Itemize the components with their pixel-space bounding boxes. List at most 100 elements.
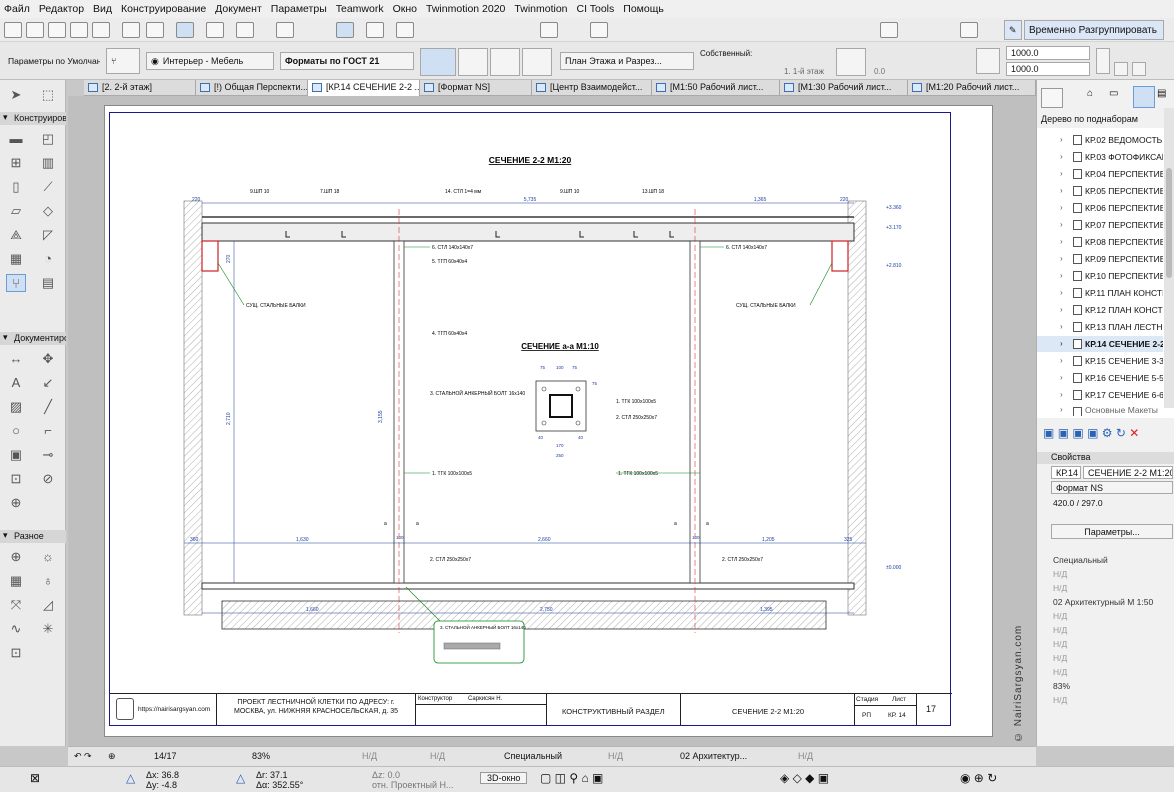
tree-item-kr02[interactable]: ›КР.02 ВЕДОМОСТЬ РА	[1037, 132, 1163, 148]
shell-tool-icon[interactable]: ⟁	[6, 226, 26, 244]
properties-header[interactable]: Свойства	[1037, 452, 1174, 464]
trace-icon[interactable]	[336, 22, 354, 38]
size-icon[interactable]	[976, 48, 1000, 74]
document-section-header[interactable]: Документиро	[0, 332, 66, 345]
menu-edit[interactable]: Редактор	[39, 3, 84, 15]
menu-window[interactable]: Окно	[393, 3, 417, 15]
text-tool-icon[interactable]: A	[6, 374, 26, 392]
tree-item-kr15[interactable]: › КР.15 СЕЧЕНИЕ 3-3	[1037, 353, 1163, 369]
level-tool-icon[interactable]: ✥	[38, 350, 58, 368]
selection-mode-icon[interactable]	[176, 22, 194, 38]
tree-item-kr17[interactable]: › КР.17 СЕЧЕНИЕ 6-6	[1037, 387, 1163, 403]
menu-help[interactable]: Помощь	[623, 3, 664, 15]
light-tool-icon[interactable]: ♁	[38, 572, 58, 590]
parameters-button[interactable]: Параметры...	[1051, 524, 1173, 539]
worksheet-tool-icon[interactable]: ⊕	[6, 494, 26, 512]
refresh-icon[interactable]: ↻	[1116, 426, 1126, 440]
menu-document[interactable]: Документ	[215, 3, 262, 15]
formats-dropdown[interactable]: Форматы по ГОСТ 21	[280, 52, 414, 70]
polyline-tool-icon[interactable]: ⌐	[38, 422, 58, 440]
project-map-icon[interactable]: ⌂	[1087, 88, 1105, 106]
object-tool-icon-left[interactable]: ⑂	[6, 274, 26, 292]
page-counter[interactable]: 14/17	[154, 751, 177, 761]
prop-row[interactable]: Н/Д	[1053, 583, 1067, 593]
prop-row[interactable]: Н/Д	[1053, 695, 1067, 705]
geometry-method-4[interactable]	[522, 48, 552, 76]
zone-tool-icon[interactable]: ▤	[38, 274, 58, 292]
grid-tool-icon[interactable]: ⊕	[6, 548, 26, 566]
geometry-method-2[interactable]	[458, 48, 488, 76]
camera-tool-icon[interactable]: ⊡	[6, 644, 26, 662]
elevation-tool-icon[interactable]: ⊡	[6, 470, 26, 488]
favorite-dropdown[interactable]: ◉ Интерьер - Мебель	[146, 52, 274, 70]
column-tool-icon[interactable]: ▯	[6, 178, 26, 196]
new-file-icon[interactable]	[4, 22, 22, 38]
morph-tool-icon[interactable]: ◔	[38, 250, 58, 268]
frame-icon[interactable]	[1132, 62, 1146, 76]
publish-icon[interactable]	[590, 22, 608, 38]
hotspot-tool-icon[interactable]: ⤧	[6, 596, 26, 614]
tree-item-kr09[interactable]: › КР.09 ПЕРСПЕКТИВН	[1037, 251, 1163, 267]
tree-item-kr04[interactable]: › КР.04 ПЕРСПЕКТИВН	[1037, 166, 1163, 182]
slab-tool-icon[interactable]: ▱	[6, 202, 26, 220]
tab-m130[interactable]: [М1:30 Рабочий лист...	[780, 80, 908, 96]
fill-tool-icon[interactable]: ▨	[6, 398, 26, 416]
tab-m150[interactable]: [М1:50 Рабочий лист...	[652, 80, 780, 96]
window-tool-icon[interactable]: ⊞	[6, 154, 26, 172]
mesh-tool-icon[interactable]: ▦	[6, 572, 26, 590]
status-nd-1[interactable]: Н/Д	[362, 751, 377, 761]
render-icon[interactable]	[540, 22, 558, 38]
tree-item-master[interactable]: › Основные Макеты	[1037, 404, 1163, 416]
anchor-icon[interactable]	[836, 48, 866, 76]
camera-icon[interactable]: ◉ ⊕ ↻	[960, 771, 997, 785]
circle-tool-icon[interactable]: ○	[6, 422, 26, 440]
section-tool-icon[interactable]: ⊸	[38, 446, 58, 464]
tree-item-kr08[interactable]: › КР.08 ПЕРСПЕКТИВН	[1037, 234, 1163, 250]
design-section-header[interactable]: Конструирова	[0, 112, 66, 125]
arrow-tool-icon[interactable]: ➤	[6, 86, 26, 104]
skylight-tool-icon[interactable]: ◸	[38, 226, 58, 244]
tree-item-kr06[interactable]: › КР.06 ПЕРСПЕКТИВН	[1037, 200, 1163, 216]
status-nd-4[interactable]: Н/Д	[798, 751, 813, 761]
tree-item-kr13[interactable]: › КР.13 ПЛАН ЛЕСТНИ	[1037, 319, 1163, 335]
detail-tool-icon[interactable]: ⊘	[38, 470, 58, 488]
menu-view[interactable]: Вид	[93, 3, 112, 15]
tab-interaction-center[interactable]: [Центр Взаимодейст...	[532, 80, 652, 96]
view-map-icon[interactable]: ▭	[1109, 88, 1127, 106]
wall-tool-icon[interactable]: ▬	[6, 130, 26, 148]
prop-row[interactable]: Н/Д	[1053, 639, 1067, 649]
line-tool-icon[interactable]: ╱	[38, 398, 58, 416]
open-icon[interactable]	[26, 22, 44, 38]
prop-row[interactable]: Специальный	[1053, 555, 1108, 565]
navigator-popup-icon[interactable]	[1041, 88, 1063, 108]
undo-icon[interactable]	[48, 22, 66, 38]
temp-ungroup-button[interactable]: Временно Разгруппировать	[1024, 20, 1164, 40]
lock-icon[interactable]	[960, 22, 978, 38]
measure-icon[interactable]	[366, 22, 384, 38]
tree-item-kr03[interactable]: › КР.03 ФОТОФИКСАЦ	[1037, 149, 1163, 165]
tree-item-kr07[interactable]: › КР.07 ПЕРСПЕКТИВН	[1037, 217, 1163, 233]
menu-citools[interactable]: CI Tools	[577, 3, 615, 15]
geometry-method-3[interactable]	[490, 48, 520, 76]
prop-row[interactable]: 83%	[1053, 681, 1070, 691]
prop-row[interactable]: Н/Д	[1053, 625, 1067, 635]
figure-tool-icon[interactable]: ▣	[6, 446, 26, 464]
snap-grid-icon[interactable]: ⊠	[30, 771, 40, 785]
tree-header[interactable]: Дерево по поднаборам	[1041, 114, 1138, 124]
label-tool-icon[interactable]: ↙	[38, 374, 58, 392]
tab-format-ns[interactable]: [Формат NS]	[420, 80, 532, 96]
display-icon[interactable]	[276, 22, 294, 38]
tab-perspective[interactable]: [!) Общая Перспекти...	[196, 80, 308, 96]
mirror-icon[interactable]	[1114, 62, 1128, 76]
menu-teamwork[interactable]: Teamwork	[336, 3, 384, 15]
star-tool-icon[interactable]: ✳	[38, 620, 58, 638]
drawing-canvas[interactable]: СЕЧЕНИЕ 2-2 М1:20 5,735 1,365 220 220 9.…	[68, 96, 1036, 746]
scroll-thumb[interactable]	[1166, 168, 1172, 278]
layout-book-icon[interactable]	[1133, 86, 1155, 108]
guide-icon[interactable]	[146, 22, 164, 38]
dimension-tool-icon[interactable]: ↔	[6, 350, 26, 368]
tools-icon[interactable]	[396, 22, 414, 38]
tree-item-kr14[interactable]: › КР.14 СЕЧЕНИЕ 2-2	[1037, 336, 1163, 352]
door-tool-icon[interactable]: ◰	[38, 130, 58, 148]
zoom-level[interactable]: 83%	[252, 751, 270, 761]
